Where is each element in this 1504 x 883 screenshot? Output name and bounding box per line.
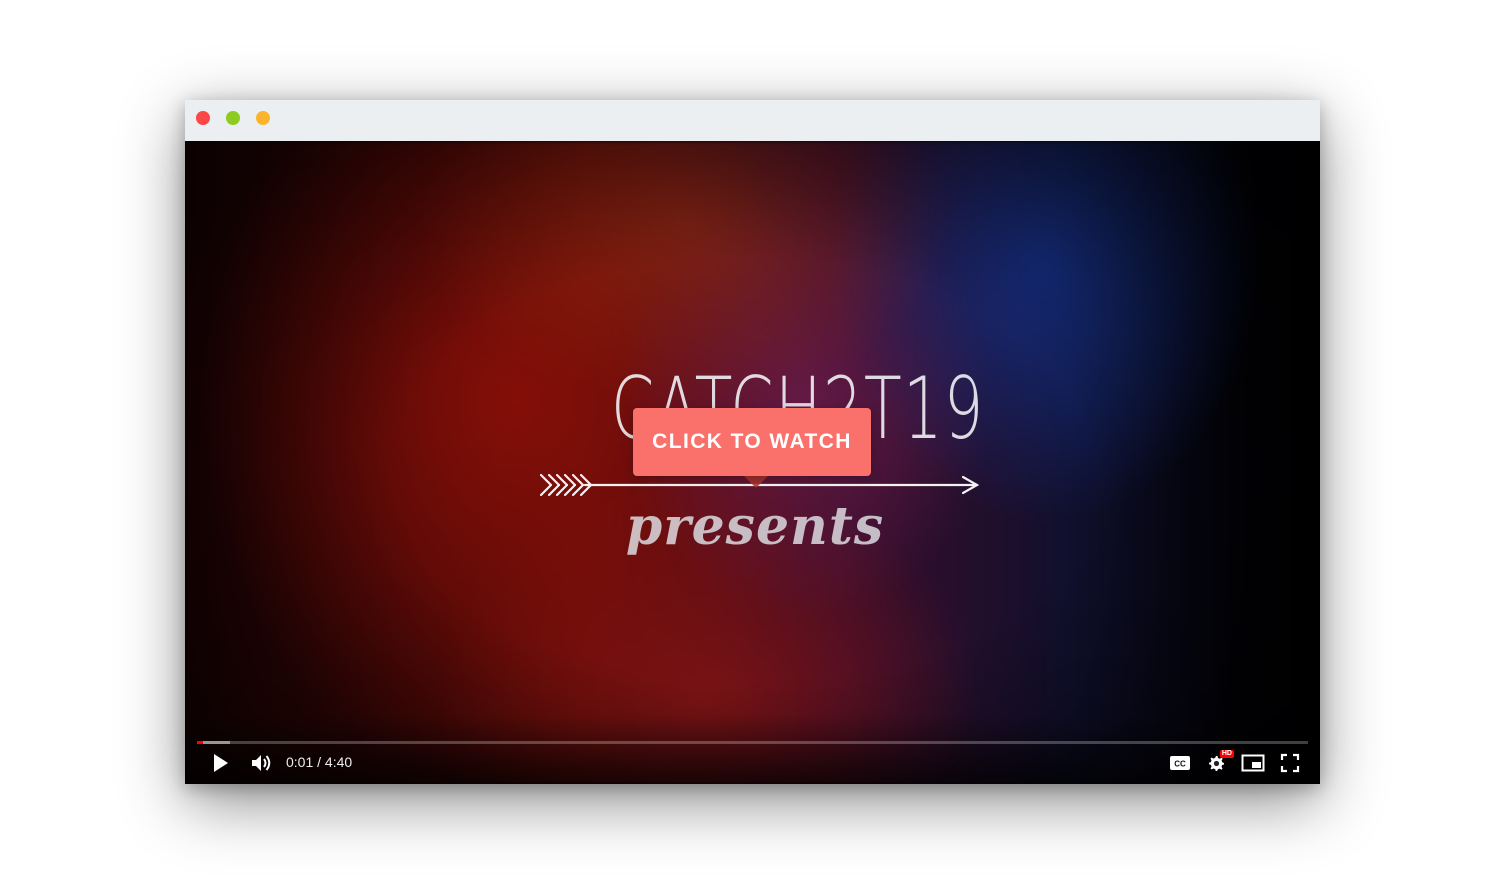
browser-window: CATCH2T19 presents CLICK TO WATCH [185, 100, 1320, 784]
fullscreen-button[interactable] [1276, 749, 1304, 777]
play-icon [214, 754, 228, 772]
progress-bar[interactable] [197, 741, 1308, 744]
svg-text:CC: CC [1174, 760, 1186, 769]
hd-badge: HD [1219, 750, 1234, 758]
close-window-button[interactable] [196, 111, 210, 125]
captions-icon: CC [1170, 756, 1190, 770]
video-player[interactable]: CATCH2T19 presents CLICK TO WATCH [185, 141, 1320, 784]
time-separator: / [317, 754, 322, 770]
settings-button[interactable]: HD [1202, 749, 1234, 777]
maximize-window-button[interactable] [256, 111, 270, 125]
volume-icon [252, 755, 271, 771]
captions-button[interactable]: CC [1166, 749, 1194, 777]
cta-pointer [742, 474, 770, 488]
time-display: 0:01 / 4:40 [286, 754, 352, 770]
click-to-watch-button[interactable]: CLICK TO WATCH [633, 408, 871, 476]
duration: 4:40 [324, 754, 353, 770]
play-button[interactable] [207, 749, 235, 777]
current-time: 0:01 [286, 754, 314, 770]
miniplayer-icon [1241, 754, 1265, 772]
progress-played [197, 741, 203, 744]
video-subtitle-text: presents [625, 496, 885, 557]
fullscreen-icon [1280, 753, 1300, 773]
volume-button[interactable] [248, 749, 276, 777]
minimize-window-button[interactable] [226, 111, 240, 125]
window-titlebar [185, 100, 1320, 141]
miniplayer-button[interactable] [1239, 749, 1267, 777]
controls-shade [185, 714, 1320, 784]
